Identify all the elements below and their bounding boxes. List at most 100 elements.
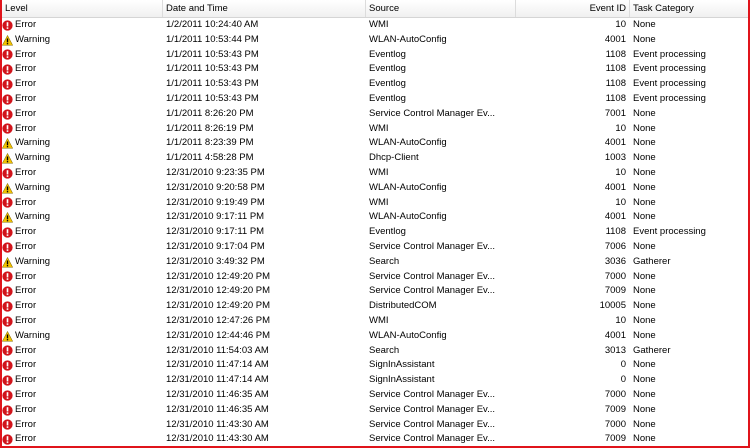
cell-level: Warning (2, 210, 163, 225)
cell-event-id: 4001 (604, 211, 626, 223)
cell-date-time: 12/31/2010 9:20:58 PM (166, 181, 265, 193)
cell-level: Error (2, 122, 163, 137)
table-row[interactable]: Error 12/31/2010 11:46:35 AM Service Contr… (2, 403, 748, 418)
column-header-level[interactable]: Level (2, 0, 163, 17)
table-row[interactable]: Error 12/31/2010 12:47:26 PM WMI 10 None (2, 314, 748, 329)
warning-icon (2, 138, 13, 149)
table-row[interactable]: Error 12/31/2010 11:47:14 AM SignInAssista… (2, 373, 748, 388)
table-row[interactable]: Error 1/1/2011 8:26:20 PM Service Control … (2, 107, 748, 122)
cell-task-category: None (633, 107, 656, 119)
cell-event-id: 4001 (604, 181, 626, 193)
table-row[interactable]: Error 1/1/2011 10:53:43 PM Eventlog 1108 Eve… (2, 77, 748, 92)
table-row[interactable]: Error 12/31/2010 12:49:20 PM Service Contr… (2, 284, 748, 299)
cell-level: Error (2, 270, 163, 285)
error-icon (2, 64, 13, 75)
table-row[interactable]: Error 12/31/2010 9:17:11 PM Eventlog 1108 Ev… (2, 225, 748, 240)
table-row[interactable]: Warning 12/31/2010 9:20:58 PM WLAN-AutoCon… (2, 181, 748, 196)
table-row[interactable]: Error 12/31/2010 12:49:20 PM Service Contr… (2, 270, 748, 285)
table-row[interactable]: Error 12/31/2010 11:43:30 AM Service Contr… (2, 418, 748, 433)
level-text: Error (15, 78, 37, 90)
cell-date-time: 12/31/2010 12:47:26 PM (166, 314, 271, 326)
table-row[interactable]: Error 12/31/2010 9:19:49 PM WMI 10 None (2, 196, 748, 211)
table-row[interactable]: Warning 1/1/2011 8:23:39 PM WLAN-AutoConfi… (2, 136, 748, 151)
table-row[interactable]: Error 12/31/2010 12:49:20 PM DistributedCO… (2, 299, 748, 314)
cell-event-id: 7009 (604, 285, 626, 297)
cell-task-category: None (633, 240, 656, 252)
error-icon (2, 404, 13, 416)
cell-event-id: 1003 (604, 152, 626, 164)
error-icon (2, 345, 13, 357)
cell-event-id: 3013 (604, 344, 626, 356)
cell-task-category: None (633, 122, 656, 134)
level-text: Warning (15, 33, 51, 45)
table-row[interactable]: Warning 1/1/2011 4:58:28 PM Dhcp-Client 100… (2, 151, 748, 166)
level-text: Error (15, 107, 37, 119)
cell-level: Warning (2, 329, 163, 344)
table-row[interactable]: Error 1/1/2011 10:53:43 PM Eventlog 1108 Eve… (2, 48, 748, 63)
table-row[interactable]: Error 12/31/2010 11:54:03 AM Search 3013 Gat… (2, 344, 748, 359)
cell-source: Eventlog (369, 92, 406, 104)
table-row[interactable]: Warning 1/1/2011 10:53:44 PM WLAN-AutoConf… (2, 33, 748, 48)
cell-date-time: 1/1/2011 8:26:19 PM (166, 122, 254, 134)
cell-source: Service Control Manager Ev... (369, 240, 496, 252)
cell-task-category: Event processing (633, 226, 706, 238)
cell-task-category: Event processing (633, 48, 706, 60)
cell-event-id: 4001 (604, 329, 626, 341)
cell-date-time: 12/31/2010 9:23:35 PM (166, 166, 265, 178)
event-list: Error 1/2/2011 10:24:40 AM WMI 10 None Warnin… (2, 18, 748, 446)
table-row[interactable]: Warning 12/31/2010 9:17:11 PM WLAN-AutoCon… (2, 210, 748, 225)
table-row[interactable]: Error 1/1/2011 8:26:19 PM WMI 10 None (2, 122, 748, 137)
level-text: Error (15, 19, 37, 30)
cell-level: Error (2, 18, 163, 33)
error-icon (2, 242, 13, 253)
cell-level: Warning (2, 181, 163, 196)
table-row[interactable]: Error 1/1/2011 10:53:43 PM Eventlog 1108 Eve… (2, 92, 748, 107)
cell-date-time: 1/1/2011 10:53:43 PM (166, 48, 259, 60)
cell-source: Service Control Manager Ev... (369, 433, 496, 445)
warning-icon (2, 256, 13, 268)
table-row[interactable]: Error 12/31/2010 11:46:35 AM Service Contr… (2, 388, 748, 403)
table-row[interactable]: Error 1/1/2011 10:53:43 PM Eventlog 1108 Eve… (2, 62, 748, 77)
cell-level: Error (2, 314, 163, 329)
level-text: Error (15, 344, 37, 356)
column-header-date-time[interactable]: Date and Time (163, 0, 366, 17)
level-text: Error (15, 226, 37, 238)
cell-event-id: 7000 (604, 270, 626, 282)
table-row[interactable]: Error 12/31/2010 11:47:14 AM SignInAssista… (2, 358, 748, 373)
table-row[interactable]: Error 12/31/2010 9:23:35 PM WMI 10 None (2, 166, 748, 181)
column-header-event-id[interactable]: Event ID (516, 0, 630, 17)
level-text: Error (15, 374, 37, 386)
level-text: Error (15, 433, 37, 445)
cell-task-category: None (633, 166, 656, 178)
table-row[interactable]: Error 12/31/2010 9:17:04 PM Service Contro… (2, 240, 748, 255)
cell-task-category: Event processing (633, 92, 706, 104)
cell-task-category: None (633, 329, 656, 341)
level-text: Error (15, 166, 37, 178)
cell-task-category: None (633, 196, 656, 208)
cell-date-time: 12/31/2010 9:19:49 PM (166, 196, 265, 208)
table-row[interactable]: Warning 12/31/2010 12:44:46 PM WLAN-AutoCo… (2, 329, 748, 344)
error-icon (2, 94, 13, 105)
table-row[interactable]: Error 12/31/2010 11:43:30 AM Service Contr… (2, 432, 748, 446)
cell-source: WMI (369, 19, 389, 30)
column-header-source[interactable]: Source (366, 0, 516, 17)
error-icon (2, 286, 13, 297)
cell-source: WLAN-AutoConfig (369, 181, 447, 193)
cell-event-id: 7000 (604, 418, 626, 430)
column-header-task-category[interactable]: Task Category (630, 0, 748, 17)
table-row[interactable]: Error 1/2/2011 10:24:40 AM WMI 10 None (2, 18, 748, 33)
cell-source: Service Control Manager Ev... (369, 285, 496, 297)
table-row[interactable]: Warning 12/31/2010 3:49:32 PM Search 3036 Ga… (2, 255, 748, 270)
cell-task-category: None (633, 314, 656, 326)
level-text: Error (15, 300, 37, 312)
cell-level: Error (2, 240, 163, 255)
cell-date-time: 1/1/2011 8:26:20 PM (166, 107, 254, 119)
level-text: Error (15, 270, 37, 282)
error-icon (2, 271, 13, 283)
cell-source: Service Control Manager Ev... (369, 107, 496, 119)
cell-task-category: None (633, 19, 656, 30)
cell-date-time: 12/31/2010 9:17:11 PM (166, 211, 265, 223)
cell-task-category: None (633, 33, 656, 45)
cell-event-id: 7001 (604, 107, 626, 119)
cell-date-time: 12/31/2010 11:43:30 AM (166, 433, 269, 445)
